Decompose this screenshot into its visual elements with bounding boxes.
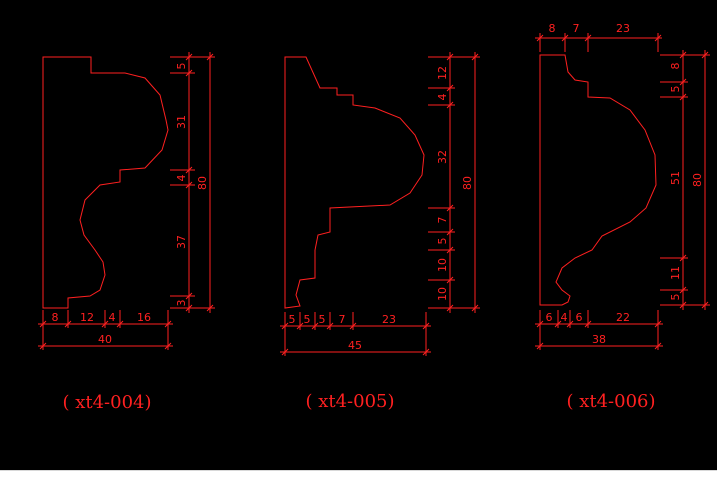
dim-text: 4 (109, 311, 116, 324)
dim-text: 6 (546, 311, 553, 324)
dim-text: 5 (319, 313, 326, 326)
dim-text: 6 (576, 311, 583, 324)
dim-text: 10 (436, 287, 449, 301)
dim-text-total: 80 (196, 176, 209, 190)
profile-outline-xt4-006 (539, 54, 657, 306)
dim-text: 8 (52, 311, 59, 324)
dim-text: 4 (436, 94, 449, 101)
profile-caption: ( xt4-006) (566, 391, 655, 412)
dim-text: 5 (175, 63, 188, 70)
dim-text: 12 (436, 66, 449, 80)
dim-text: 8 (549, 22, 556, 35)
dim-text: 5 (436, 238, 449, 245)
dim-text: 3 (175, 300, 188, 307)
dim-text: 37 (175, 235, 188, 249)
dim-text: 5 (289, 313, 296, 326)
dim-text-total: 38 (592, 333, 606, 346)
dim-text: 8 (669, 63, 682, 70)
dim-text: 5 (669, 294, 682, 301)
dim-text: 5 (304, 313, 311, 326)
dim-text: 11 (669, 266, 682, 280)
dim-text: 23 (616, 22, 630, 35)
profile-caption: ( xt4-005) (305, 391, 394, 412)
profile-outline-xt4-005 (284, 56, 425, 309)
dim-text: 12 (80, 311, 94, 324)
dim-text: 4 (561, 311, 568, 324)
dimension-top-xt4-006 (535, 33, 662, 52)
dim-text: 5 (669, 86, 682, 93)
cad-drawing-canvas[interactable]: 5 31 4 37 3 80 8 12 4 16 40 12 4 32 7 5 … (0, 0, 717, 481)
dim-text-total: 80 (691, 173, 704, 187)
profile-caption: ( xt4-004) (62, 392, 151, 413)
profile-outline-xt4-004 (42, 56, 169, 309)
dim-text: 10 (436, 258, 449, 272)
dim-text: 51 (669, 171, 682, 185)
dim-text-total: 45 (348, 339, 362, 352)
dim-text-total: 40 (98, 333, 112, 346)
dim-text: 31 (175, 115, 188, 129)
dim-text: 7 (573, 22, 580, 35)
dim-text: 22 (616, 311, 630, 324)
dim-text: 16 (137, 311, 151, 324)
dim-text: 7 (339, 313, 346, 326)
dim-text: 23 (382, 313, 396, 326)
dim-text-total: 80 (461, 176, 474, 190)
dim-text: 32 (436, 150, 449, 164)
command-line-strip[interactable] (0, 470, 717, 482)
dimension-ticks (39, 34, 709, 356)
dim-text: 7 (436, 217, 449, 224)
dim-text: 4 (175, 175, 188, 182)
